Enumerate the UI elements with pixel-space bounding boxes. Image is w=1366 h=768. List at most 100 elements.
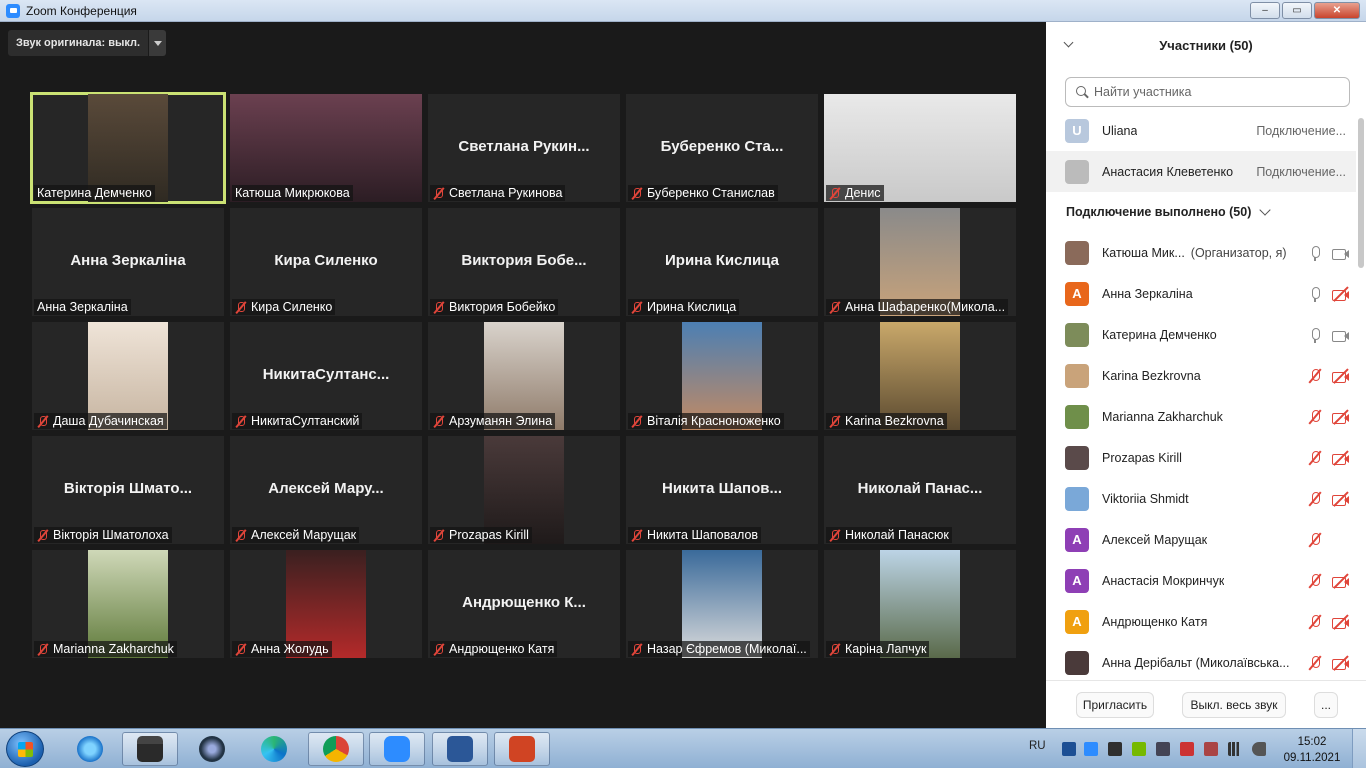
network-icon[interactable] [1228,742,1242,756]
video-tile[interactable]: Ирина Кислица Ирина Кислица [626,208,818,316]
explorer-icon[interactable] [122,732,178,766]
zoom-icon[interactable] [369,732,425,766]
show-desktop-button[interactable] [1352,729,1366,768]
video-tile[interactable]: Karina Bezkrovna [824,322,1016,430]
chevron-down-icon[interactable] [148,30,167,56]
connecting-participant-row[interactable]: U Uliana Подключение... [1046,110,1356,151]
participant-row[interactable]: Анна Дерібальт (Миколаївська... [1046,642,1356,683]
mic-muted-icon [829,529,841,542]
word-icon[interactable] [432,732,488,766]
video-tile[interactable]: Буберенко Ста... Буберенко Станислав [626,94,818,202]
tile-nameplate: Денис [826,185,884,201]
participant-row[interactable]: Marianna Zakharchuk [1046,396,1356,437]
camera-slash [1333,285,1349,302]
video-tile[interactable]: Каріна Лапчук [824,550,1016,658]
video-tile[interactable]: Катерина Демченко [30,92,226,204]
video-tile[interactable]: Алексей Мару... Алексей Марущак [230,436,422,544]
tile-nameplate: Анна Зеркаліна [34,299,131,315]
video-tile[interactable]: Денис [824,94,1016,202]
chevron-down-icon[interactable] [1259,204,1272,216]
mic-icon[interactable] [1308,327,1322,343]
tile-name: Денис [845,186,881,200]
video-tile[interactable]: Светлана Рукин... Светлана Рукинова [428,94,620,202]
avatar [1065,240,1089,265]
video-tile[interactable]: Виктория Бобе... Виктория Бобейко [428,208,620,316]
original-sound-control[interactable]: Звук оригинала: выкл. [8,30,167,56]
original-sound-button[interactable]: Звук оригинала: выкл. [8,30,149,56]
power-icon[interactable] [1204,742,1218,756]
participant-row[interactable]: А Андрющенко Катя [1046,601,1356,642]
video-tile[interactable]: Анна Зеркаліна Анна Зеркаліна [32,208,224,316]
ie-icon[interactable] [62,732,118,766]
participant-name: Катерина Демченко [1102,327,1217,342]
chrome-icon[interactable] [308,732,364,766]
video-tile[interactable]: Николай Панас... Николай Панасюк [824,436,1016,544]
mic-muted-icon[interactable] [1308,491,1322,507]
mute-all-button[interactable]: Выкл. весь звук [1182,692,1286,718]
tile-name: Андрющенко Катя [449,642,555,656]
participants-panel: Участники (50) Подключение выполнено (50… [1046,22,1366,728]
search-input[interactable] [1094,85,1334,99]
video-tile[interactable]: Prozapas Kirill [428,436,620,544]
mic-muted-icon[interactable] [1308,409,1322,425]
minimize-button[interactable]: – [1250,2,1280,19]
participant-row[interactable]: Karina Bezkrovna [1046,355,1356,396]
app-tray-icon[interactable] [1108,742,1122,756]
collapse-chevron-icon[interactable] [1064,39,1074,49]
close-button[interactable]: ✕ [1314,2,1360,19]
scrollbar-thumb[interactable] [1358,118,1364,268]
participant-row[interactable]: А Анастасія Мокринчук [1046,560,1356,601]
mic-icon[interactable] [1308,245,1322,261]
mic-muted-icon[interactable] [1308,614,1322,630]
video-tile[interactable]: Анна Шафаренко(Микола... [824,208,1016,316]
participant-row[interactable]: Катерина Демченко [1046,314,1356,355]
edge-icon[interactable] [246,732,302,766]
tile-name: Арзуманян Элина [449,414,553,428]
video-tile[interactable]: Кира Силенко Кира Силенко [230,208,422,316]
connected-section-header[interactable]: Подключение выполнено (50) [1066,204,1272,219]
video-tile[interactable]: Вікторія Шмато... Вікторія Шматолоха [32,436,224,544]
participant-status-icons [1308,572,1350,589]
mic-muted-icon[interactable] [1308,368,1322,384]
avatar [1065,486,1089,511]
video-tile[interactable]: Никита Шапов... Никита Шаповалов [626,436,818,544]
volume-icon[interactable] [1252,742,1266,756]
language-indicator[interactable]: RU [1029,740,1046,752]
video-tile[interactable]: Назар Єфремов (Миколаї... [626,550,818,658]
tile-nameplate: Даша Дубачинская [34,413,167,429]
bluetooth-icon[interactable] [1062,742,1076,756]
mic-icon[interactable] [1308,286,1322,302]
participant-row[interactable]: Viktoriia Shmidt [1046,478,1356,519]
media-player-icon[interactable] [184,732,240,766]
video-tile[interactable]: Даша Дубачинская [32,322,224,430]
video-tile[interactable]: Катюша Микрюкова [230,94,422,202]
mic-muted-icon[interactable] [1308,655,1322,671]
start-button[interactable] [6,731,44,767]
participant-status-icons [1308,285,1350,302]
video-tile[interactable]: Анна Жолудь [230,550,422,658]
connecting-participant-row[interactable]: Анастасия Клеветенко Подключение... [1046,151,1356,192]
maximize-button[interactable]: ▭ [1282,2,1312,19]
video-tile[interactable]: Андрющенко К... Андрющенко Катя [428,550,620,658]
display-icon[interactable] [1156,742,1170,756]
system-clock[interactable]: 15:02 09.11.2021 [1283,734,1341,766]
invite-button[interactable]: Пригласить [1076,692,1154,718]
security-icon[interactable] [1180,742,1194,756]
more-button[interactable]: ... [1314,692,1338,718]
video-tile[interactable]: Marianna Zakharchuk [32,550,224,658]
video-tile[interactable]: Арзуманян Элина [428,322,620,430]
video-tile[interactable]: Віталія Красноноженко [626,322,818,430]
video-tile[interactable]: НикитаСултанс... НикитаСултанский [230,322,422,430]
powerpoint-icon[interactable] [494,732,550,766]
mic-muted-icon[interactable] [1308,532,1322,548]
mic-muted-icon[interactable] [1308,450,1322,466]
participant-search[interactable] [1065,77,1350,107]
participant-row[interactable]: Катюша Мик... (Организатор, я) [1046,232,1356,273]
participant-row[interactable]: Prozapas Kirill [1046,437,1356,478]
nvidia-icon[interactable] [1132,742,1146,756]
mic-muted-icon[interactable] [1308,573,1322,589]
connecting-status: Подключение... [1256,123,1346,138]
participant-row[interactable]: А Анна Зеркаліна [1046,273,1356,314]
participant-row[interactable]: А Алексей Марущак [1046,519,1356,560]
zoom-tray-icon[interactable] [1084,742,1098,756]
